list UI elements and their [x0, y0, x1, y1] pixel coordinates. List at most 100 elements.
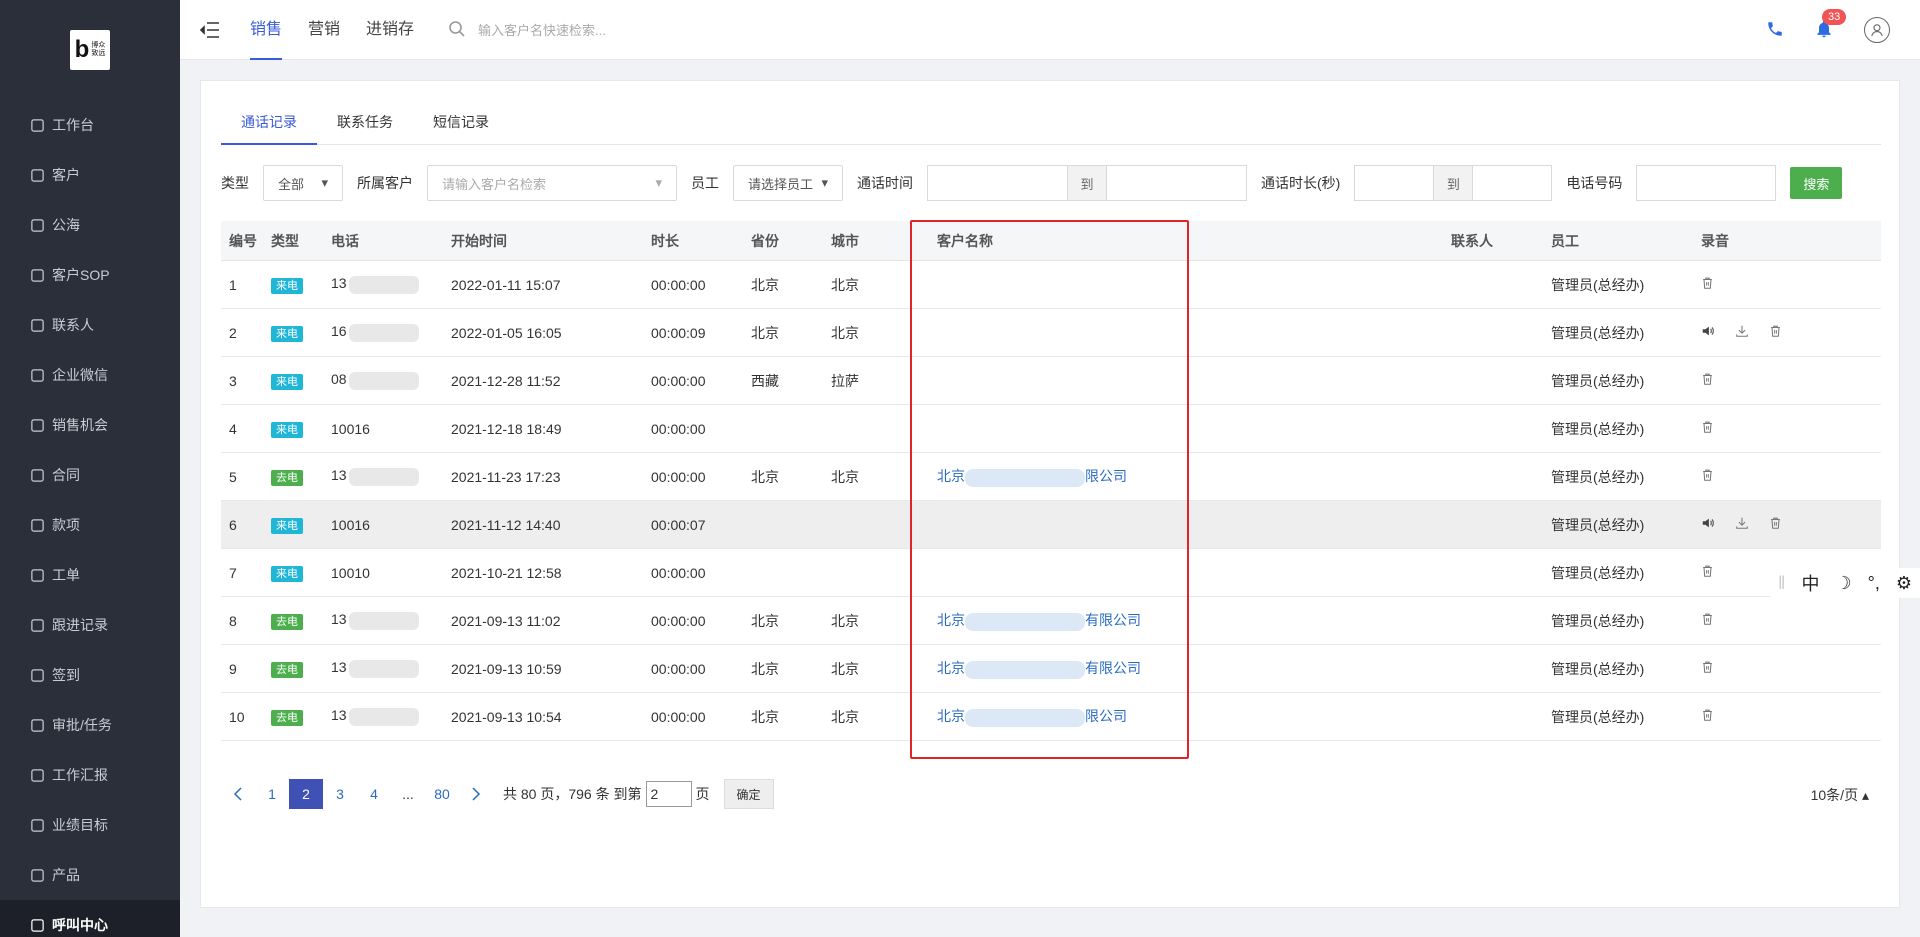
cell-duration: 00:00:00: [651, 420, 706, 437]
notification-button[interactable]: 33: [1814, 8, 1847, 42]
call-time-end-input[interactable]: [1106, 165, 1247, 201]
col-header-contact[interactable]: 联系人: [1451, 231, 1551, 251]
tab-marketing[interactable]: 营销: [308, 0, 340, 60]
duration-range: 到: [1354, 165, 1553, 201]
sidebar-item-contact[interactable]: 联系人: [0, 300, 180, 350]
sidebar-item-pool[interactable]: 公海: [0, 200, 180, 250]
page-button-1[interactable]: 1: [255, 779, 289, 809]
col-header-province[interactable]: 省份: [751, 231, 831, 251]
customer-link[interactable]: 北京 限公司: [937, 468, 1127, 487]
trash-icon[interactable]: [1701, 708, 1714, 725]
tab-sms-records[interactable]: 短信记录: [413, 101, 509, 145]
sidebar-item-phone[interactable]: 呼叫中心: [0, 900, 180, 937]
table-row[interactable]: 2 来电 16 2022-01-05 16:05 00:00:09 北京 北京 管理员(总经办…: [221, 309, 1881, 357]
speaker-icon[interactable]: [1701, 324, 1715, 341]
next-page-button[interactable]: [459, 779, 493, 809]
sidebar-item-product[interactable]: 产品: [0, 850, 180, 900]
type-select[interactable]: 全部 ▾: [263, 165, 343, 201]
avatar[interactable]: [1864, 17, 1890, 43]
col-header-no[interactable]: 编号: [221, 231, 271, 251]
customer-link[interactable]: 北京 有限公司: [937, 660, 1141, 679]
cell-staff: 管理员(总经办): [1551, 324, 1645, 341]
redacted-phone: [348, 371, 419, 390]
staff-select[interactable]: 请选择员工 ▾: [733, 165, 843, 201]
download-icon[interactable]: [1735, 516, 1749, 533]
col-header-type[interactable]: 类型: [271, 231, 331, 251]
page-button-80[interactable]: 80: [425, 779, 459, 809]
col-header-phone[interactable]: 电话: [331, 231, 451, 251]
col-header-staff[interactable]: 员工: [1551, 231, 1701, 251]
trash-icon[interactable]: [1701, 612, 1714, 629]
menu-collapse-icon[interactable]: [198, 18, 222, 42]
phone-number-input[interactable]: [1636, 165, 1777, 201]
page-button-2[interactable]: 2: [289, 779, 323, 809]
col-header-duration[interactable]: 时长: [651, 231, 751, 251]
table-row[interactable]: 5 去电 13 2021-11-23 17:23 00:00:00 北京 北京 北京 限公司 管理…: [221, 453, 1881, 501]
sidebar-item-building[interactable]: 客户: [0, 150, 180, 200]
tab-call-records[interactable]: 通话记录: [221, 101, 317, 145]
trash-icon[interactable]: [1701, 420, 1714, 437]
customer-link[interactable]: 北京 限公司: [937, 708, 1127, 727]
page-size-select[interactable]: 10条/页 ▴: [1811, 785, 1869, 805]
sidebar-item-wechat[interactable]: 企业微信: [0, 350, 180, 400]
gear-icon[interactable]: ⚙: [1896, 573, 1912, 594]
tab-sales[interactable]: 销售: [250, 0, 283, 60]
sidebar-item-report[interactable]: 工作汇报: [0, 750, 180, 800]
payment-icon: [28, 516, 46, 534]
prev-page-button[interactable]: [221, 779, 255, 809]
col-header-city[interactable]: 城市: [831, 231, 931, 251]
search-button[interactable]: 搜索: [1790, 167, 1843, 199]
table-row[interactable]: 9 去电 13 2021-09-13 10:59 00:00:00 北京 北京 北京 有限公司 管…: [221, 645, 1881, 693]
trash-icon[interactable]: [1701, 276, 1714, 293]
col-header-recording[interactable]: 录音: [1701, 231, 1881, 251]
table-row[interactable]: 4 来电 10016 2021-12-18 18:49 00:00:00 管理员(总经办): [221, 405, 1881, 453]
table-row[interactable]: 7 来电 10010 2021-10-21 12:58 00:00:00 管理员(总经办): [221, 549, 1881, 597]
moon-icon[interactable]: ☽: [1835, 573, 1851, 594]
duration-max-input[interactable]: [1472, 165, 1553, 201]
ime-mode-toggle[interactable]: 中: [1801, 570, 1819, 596]
sidebar-item-label: 企业微信: [52, 367, 108, 383]
sidebar-item-target[interactable]: 业绩目标: [0, 800, 180, 850]
punctuation-icon[interactable]: °,: [1868, 573, 1880, 594]
call-time-start-input[interactable]: [927, 165, 1068, 201]
col-header-start[interactable]: 开始时间: [451, 231, 651, 251]
goto-page-input[interactable]: [645, 781, 692, 807]
search-input[interactable]: [478, 22, 758, 38]
sidebar-item-payment[interactable]: 款项: [0, 500, 180, 550]
page-button-4[interactable]: 4: [357, 779, 391, 809]
ime-drag-handle[interactable]: ‖: [1778, 573, 1785, 594]
sidebar-item-edit[interactable]: 跟进记录: [0, 600, 180, 650]
phone-number: 16: [331, 323, 347, 340]
table-row[interactable]: 1 来电 13 2022-01-11 15:07 00:00:00 北京 北京 管理员(总经办…: [221, 261, 1881, 309]
page-button-3[interactable]: 3: [323, 779, 357, 809]
cell-start-time: 2021-11-23 17:23: [451, 468, 561, 485]
tab-inventory[interactable]: 进销存: [366, 0, 414, 60]
download-icon[interactable]: [1735, 324, 1749, 341]
table-row[interactable]: 3 来电 08 2021-12-28 11:52 00:00:00 西藏 拉萨 管理员(总经办…: [221, 357, 1881, 405]
table-row[interactable]: 6 来电 10016 2021-11-12 14:40 00:00:07 管理员(总经办): [221, 501, 1881, 549]
table-row[interactable]: 8 去电 13 2021-09-13 11:02 00:00:00 北京 北京 北京 有限公司 管…: [221, 597, 1881, 645]
sidebar-item-approval[interactable]: 审批/任务: [0, 700, 180, 750]
customer-select[interactable]: 请输入客户名检索 ▾: [427, 165, 677, 201]
table-row[interactable]: 10 去电 13 2021-09-13 10:54 00:00:00 北京 北京 北京 限公司 管…: [221, 693, 1881, 741]
tab-contact-tasks[interactable]: 联系任务: [317, 101, 413, 145]
trash-icon[interactable]: [1701, 660, 1714, 677]
col-header-customer[interactable]: 客户名称: [931, 231, 1451, 251]
trash-icon[interactable]: [1701, 372, 1714, 389]
sidebar-item-money-bag[interactable]: 销售机会: [0, 400, 180, 450]
duration-min-input[interactable]: [1354, 165, 1435, 201]
goto-confirm-button[interactable]: 确定: [723, 779, 774, 809]
trash-icon[interactable]: [1769, 324, 1782, 341]
sidebar-item-contract[interactable]: 合同: [0, 450, 180, 500]
trash-icon[interactable]: [1769, 516, 1782, 533]
phone-icon[interactable]: [1766, 20, 1784, 41]
sidebar-item-sop[interactable]: 客户SOP: [0, 250, 180, 300]
ticket-icon: [28, 566, 46, 584]
trash-icon[interactable]: [1701, 468, 1714, 485]
speaker-icon[interactable]: [1701, 516, 1715, 533]
customer-link[interactable]: 北京 有限公司: [937, 612, 1141, 631]
sidebar-item-checkin[interactable]: 签到: [0, 650, 180, 700]
sidebar-item-dashboard[interactable]: 工作台: [0, 100, 180, 150]
trash-icon[interactable]: [1701, 564, 1714, 581]
sidebar-item-ticket[interactable]: 工单: [0, 550, 180, 600]
